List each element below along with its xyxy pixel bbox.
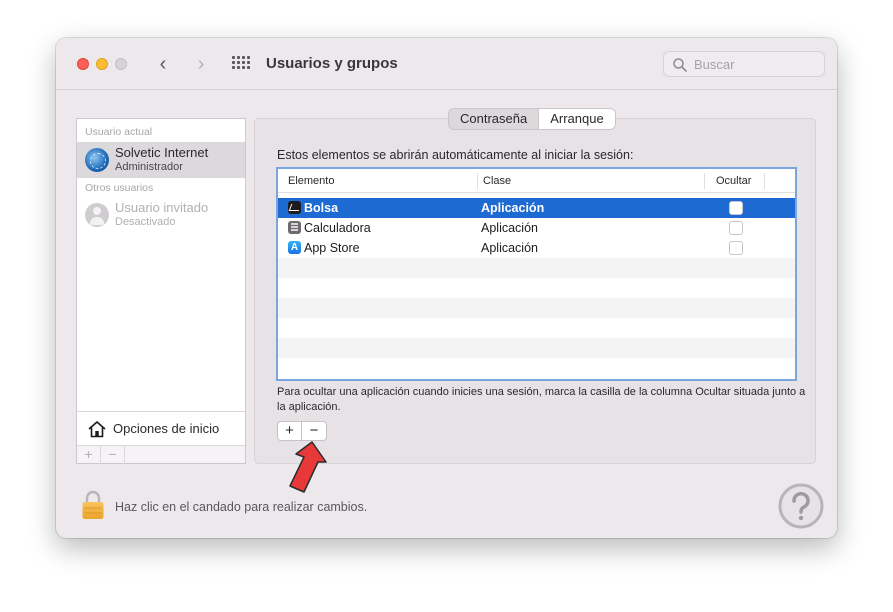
user-name: Usuario invitado bbox=[115, 200, 209, 215]
item-class: Aplicación bbox=[481, 201, 545, 215]
item-class: Aplicación bbox=[481, 241, 538, 255]
show-all-grid-icon[interactable] bbox=[232, 56, 250, 71]
empty-row bbox=[278, 358, 795, 378]
item-name: App Store bbox=[304, 241, 360, 255]
title-bar: ‹ › Usuarios y grupos bbox=[56, 38, 837, 90]
user-row-current[interactable]: Solvetic Internet Administrador bbox=[77, 142, 245, 178]
calculator-icon bbox=[288, 221, 301, 234]
remove-user-button[interactable]: − bbox=[101, 446, 125, 464]
user-role: Desactivado bbox=[115, 216, 176, 228]
minimize-window-button[interactable] bbox=[96, 58, 108, 70]
column-header-item[interactable]: Elemento bbox=[288, 175, 334, 187]
current-user-section-label: Usuario actual bbox=[85, 126, 153, 138]
sidebar-toolbar: + − bbox=[77, 445, 245, 464]
login-items-table[interactable]: Elemento Clase Ocultar Bolsa Aplicación … bbox=[276, 167, 797, 381]
close-window-button[interactable] bbox=[77, 58, 89, 70]
lock-icon[interactable] bbox=[81, 490, 105, 520]
column-header-hide[interactable]: Ocultar bbox=[716, 175, 751, 187]
item-name: Bolsa bbox=[304, 201, 339, 215]
empty-row bbox=[278, 278, 795, 298]
search-icon bbox=[673, 58, 687, 72]
login-options-label: Opciones de inicio bbox=[113, 421, 220, 436]
forward-chevron-icon[interactable]: › bbox=[193, 54, 209, 74]
add-login-item-button[interactable]: + bbox=[278, 422, 302, 440]
house-icon bbox=[88, 421, 106, 438]
user-row-guest[interactable]: Usuario invitado Desactivado bbox=[77, 197, 245, 233]
empty-row bbox=[278, 338, 795, 358]
remove-login-item-button[interactable]: − bbox=[302, 422, 326, 440]
stocks-icon bbox=[288, 201, 301, 214]
tab-login-items[interactable]: Arranque bbox=[538, 109, 615, 129]
column-header-class[interactable]: Clase bbox=[483, 175, 511, 187]
search-field[interactable] bbox=[663, 51, 825, 77]
tab-password[interactable]: Contraseña bbox=[449, 109, 538, 129]
guest-avatar-icon bbox=[85, 203, 109, 227]
hide-checkbox[interactable] bbox=[729, 241, 743, 255]
add-user-button[interactable]: + bbox=[77, 446, 101, 464]
item-class: Aplicación bbox=[481, 221, 538, 235]
empty-row bbox=[278, 258, 795, 278]
table-header: Elemento Clase Ocultar bbox=[278, 169, 795, 193]
empty-row bbox=[278, 318, 795, 338]
app-store-icon: A bbox=[288, 241, 301, 254]
zoom-window-button[interactable] bbox=[115, 58, 127, 70]
table-row[interactable]: Bolsa Aplicación bbox=[278, 198, 795, 218]
column-divider bbox=[477, 173, 478, 189]
user-avatar bbox=[85, 148, 109, 172]
back-chevron-icon[interactable]: ‹ bbox=[155, 54, 171, 74]
watermark-logo-icon bbox=[778, 483, 824, 529]
annotation-arrow-icon bbox=[289, 441, 327, 493]
hide-checkbox[interactable] bbox=[729, 201, 743, 215]
table-row[interactable]: A App Store Aplicación bbox=[278, 238, 795, 258]
item-name: Calculadora bbox=[304, 221, 371, 235]
column-divider bbox=[764, 173, 765, 189]
other-users-section-label: Otros usuarios bbox=[85, 182, 154, 194]
user-name: Solvetic Internet bbox=[115, 145, 209, 160]
table-row[interactable]: Calculadora Aplicación bbox=[278, 218, 795, 238]
empty-row bbox=[278, 298, 795, 318]
search-input[interactable] bbox=[694, 56, 819, 73]
tab-bar: Contraseña Arranque bbox=[448, 108, 616, 130]
window-title: Usuarios y grupos bbox=[266, 55, 398, 72]
login-options-item[interactable]: Opciones de inicio bbox=[77, 411, 245, 445]
user-role: Administrador bbox=[115, 161, 183, 173]
users-sidebar: Usuario actual Solvetic Internet Adminis… bbox=[76, 118, 246, 464]
hide-checkbox[interactable] bbox=[729, 221, 743, 235]
column-divider bbox=[704, 173, 705, 189]
login-items-controls: + − bbox=[277, 421, 327, 441]
